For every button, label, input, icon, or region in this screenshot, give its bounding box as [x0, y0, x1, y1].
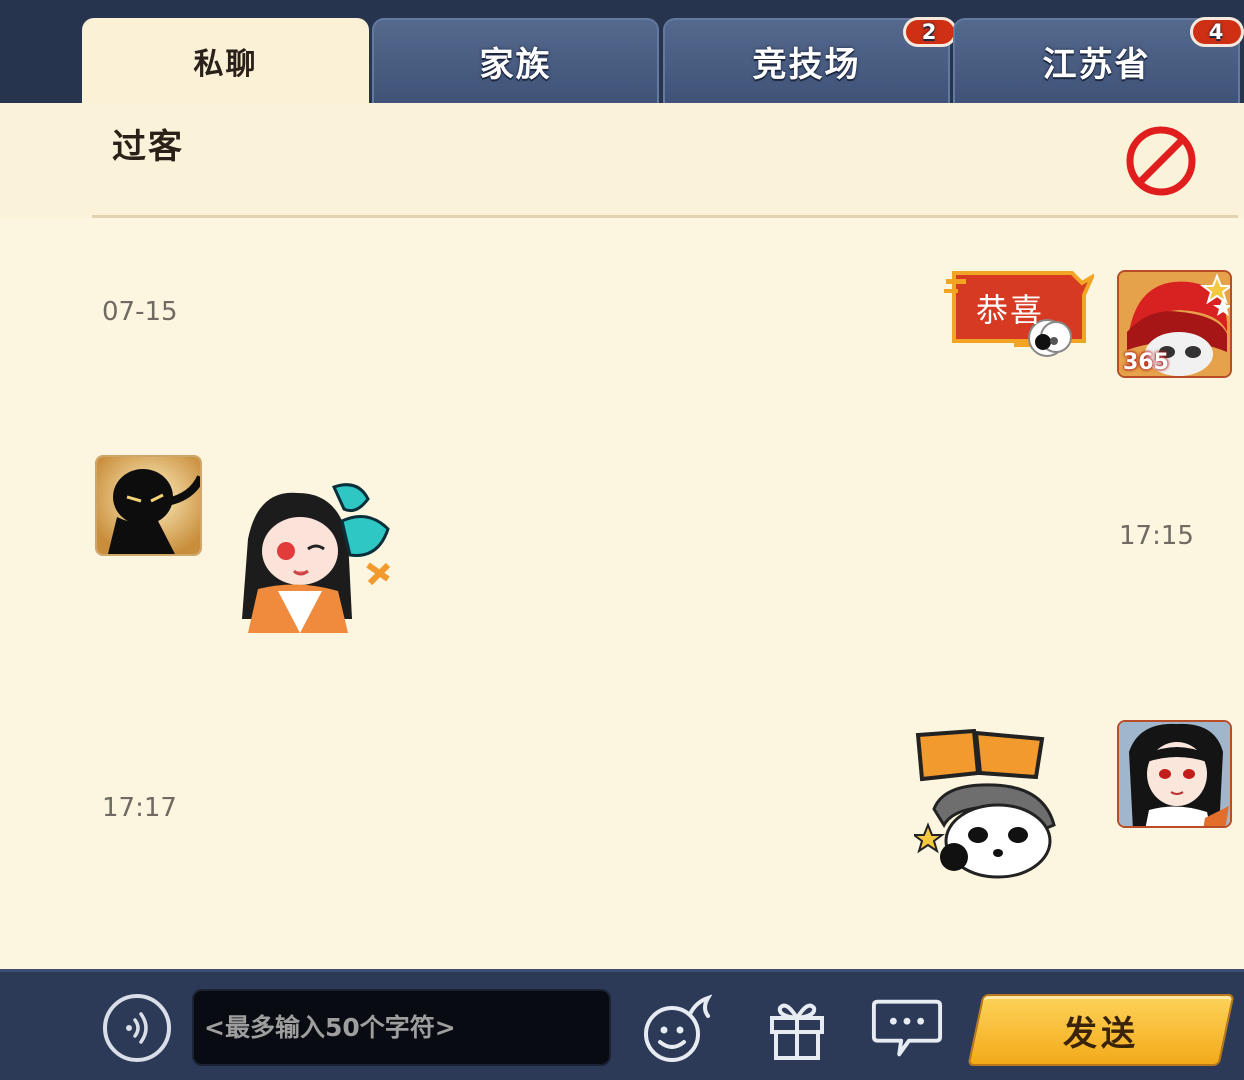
unread-badge: 2 — [903, 17, 957, 47]
tab-label: 私聊 — [193, 46, 258, 82]
gift-button[interactable] — [760, 992, 834, 1066]
message-input-wrapper — [192, 989, 611, 1066]
header-divider — [92, 215, 1238, 218]
gift-icon — [770, 1003, 824, 1060]
input-toolbar: 发送 — [0, 969, 1244, 1080]
voice-button[interactable] — [103, 994, 171, 1062]
no-entry-icon — [1126, 126, 1196, 196]
send-button-label: 发送 — [1063, 1013, 1139, 1054]
tab-arena[interactable]: 竞技场 2 — [663, 17, 957, 103]
message-input[interactable] — [194, 991, 609, 1064]
quick-chat-button[interactable] — [870, 992, 944, 1066]
peer-name: 过客 — [112, 127, 184, 167]
tab-label: 江苏省 — [1042, 45, 1151, 85]
emoji-button[interactable] — [638, 992, 712, 1066]
avatar-shadow-fighter[interactable] — [95, 455, 202, 556]
avatar-level-label: 365 — [1123, 350, 1169, 375]
conversation-header: 过客 — [0, 103, 1244, 218]
tab-private-chat[interactable]: 私聊 — [82, 18, 369, 103]
send-button[interactable]: 发送 — [967, 994, 1235, 1066]
message-timestamp: 17:15 — [1119, 521, 1194, 551]
emoji-icon — [644, 994, 712, 1062]
avatar-red-hood[interactable]: 365 — [1117, 270, 1232, 378]
hello-girl-sticker: 你好 — [238, 479, 403, 633]
message-timestamp: 17:17 — [102, 793, 177, 823]
message-timestamp: 07-15 — [102, 297, 178, 327]
tab-bar: 私聊 家族 竞技场 2 江苏省 4 — [0, 0, 1244, 103]
sticker-text: 恭喜 — [976, 291, 1045, 329]
tab-label: 竞技场 — [752, 45, 861, 85]
chat-panel: 过客 07-15 恭喜 365 17:15 17:17 — [0, 103, 1244, 969]
hello-panda-sticker: 你好 — [911, 728, 1074, 883]
tab-family[interactable]: 家族 — [372, 18, 659, 103]
chat-bubble-icon — [871, 999, 943, 1057]
unread-badge: 4 — [1190, 17, 1244, 47]
tab-label: 家族 — [479, 45, 552, 85]
block-user-button[interactable] — [1125, 125, 1197, 197]
tab-province[interactable]: 江苏省 4 — [953, 17, 1244, 103]
voice-icon — [126, 1012, 148, 1044]
congrats-sticker: 恭喜 — [944, 265, 1097, 360]
avatar-black-hair-girl[interactable] — [1117, 720, 1232, 828]
